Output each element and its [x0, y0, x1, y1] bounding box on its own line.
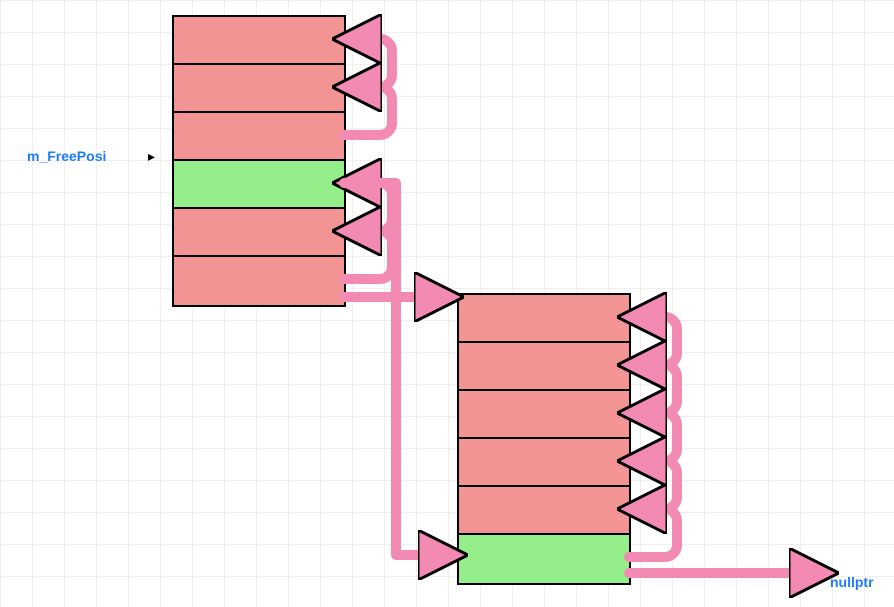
memory-pool-1: [172, 15, 346, 307]
nullptr-label: nullptr: [830, 574, 874, 590]
pool1-row-2: [174, 113, 344, 161]
pool1-row-5: [174, 257, 344, 305]
pool2-row-1: [459, 343, 629, 391]
pool1-row-1: [174, 65, 344, 113]
pool2-row-3: [459, 439, 629, 487]
grid-background: [0, 0, 894, 607]
memory-pool-2: [457, 293, 631, 585]
pointer-arrow-glyph: ▸: [148, 148, 155, 165]
pool2-row-0: [459, 295, 629, 343]
pool1-row-4: [174, 209, 344, 257]
pool2-row-5: [459, 535, 629, 583]
pool1-row-3: [174, 161, 344, 209]
pointer-label: m_FreePosi: [27, 148, 106, 164]
pool1-row-0: [174, 17, 344, 65]
pool2-row-2: [459, 391, 629, 439]
pool2-row-4: [459, 487, 629, 535]
